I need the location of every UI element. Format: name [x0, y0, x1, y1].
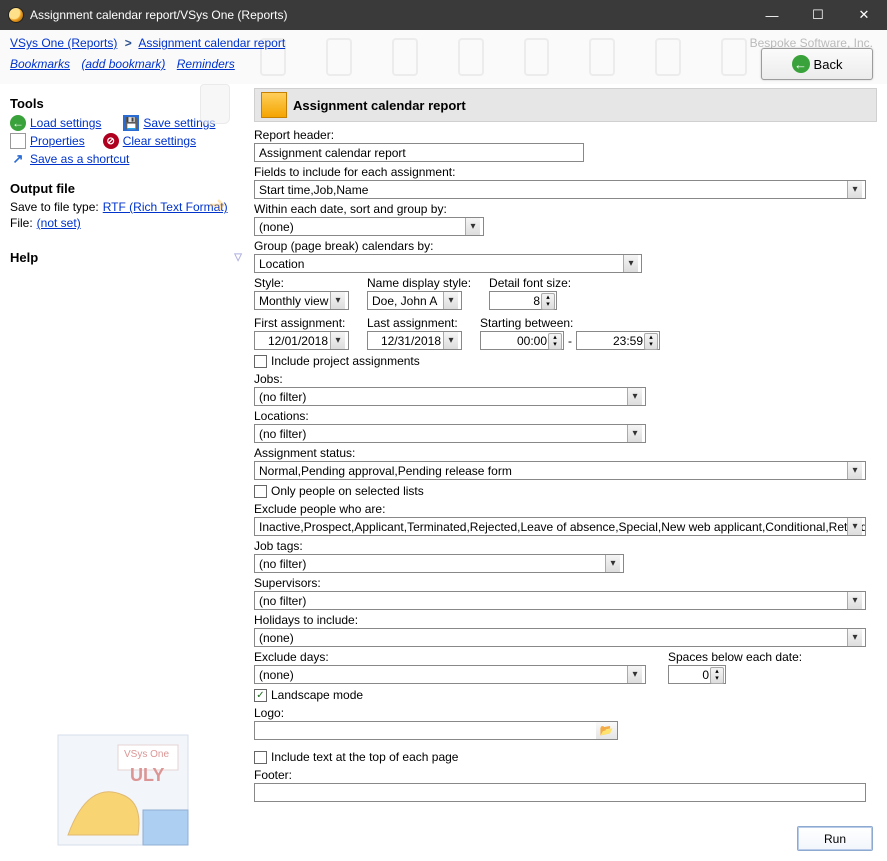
status-label: Assignment status: — [254, 446, 877, 460]
content-header-title: Assignment calendar report — [293, 98, 466, 113]
font-size-spinner[interactable]: 8 — [489, 291, 557, 310]
first-assignment-date[interactable]: 12/01/2018 — [254, 331, 349, 350]
last-assignment-label: Last assignment: — [367, 316, 462, 330]
spaces-spinner[interactable]: 0 — [668, 665, 726, 684]
exclude-days-select[interactable]: (none) — [254, 665, 646, 684]
breadcrumb-current[interactable]: Assignment calendar report — [138, 36, 285, 50]
svg-text:ULY: ULY — [130, 765, 164, 785]
run-button-label: Run — [824, 832, 846, 846]
include-text-top-checkbox[interactable] — [254, 751, 267, 764]
starting-between-label: Starting between: — [480, 316, 660, 330]
locations-label: Locations: — [254, 409, 877, 423]
only-lists-label: Only people on selected lists — [271, 484, 424, 498]
fields-select[interactable]: Start time,Job,Name — [254, 180, 866, 199]
sort-label: Within each date, sort and group by: — [254, 202, 877, 216]
save-type-label: Save to file type: — [10, 200, 99, 214]
clear-settings-icon: ⊘ — [103, 133, 119, 149]
landscape-checkbox[interactable]: ✓ — [254, 689, 267, 702]
load-settings-icon: ← — [10, 115, 26, 131]
breadcrumb-separator: > — [125, 36, 132, 50]
report-header-label: Report header: — [254, 128, 877, 142]
spaces-label: Spaces below each date: — [668, 650, 802, 664]
job-tags-label: Job tags: — [254, 539, 877, 553]
calendar-report-icon — [261, 92, 287, 118]
top-strip: VSys One (Reports) > Assignment calendar… — [0, 30, 887, 84]
last-assignment-date[interactable]: 12/31/2018 — [367, 331, 462, 350]
logo-label: Logo: — [254, 706, 877, 720]
back-button[interactable]: ← Back — [761, 48, 873, 80]
first-assignment-label: First assignment: — [254, 316, 349, 330]
only-lists-checkbox[interactable] — [254, 485, 267, 498]
holidays-select[interactable]: (none) — [254, 628, 866, 647]
sidebar-illustration: VSys One ULY — [48, 725, 198, 855]
save-settings-icon: 💾 — [123, 115, 139, 131]
content-area: Assignment calendar report Report header… — [248, 84, 887, 861]
between-from-spinner[interactable]: 00:00 — [480, 331, 564, 350]
properties-icon — [10, 133, 26, 149]
svg-text:VSys One: VSys One — [124, 749, 169, 760]
tab-bookmarks[interactable]: Bookmarks — [10, 57, 70, 71]
content-header: Assignment calendar report — [254, 88, 877, 122]
include-project-label: Include project assignments — [271, 354, 420, 368]
footer-input[interactable] — [254, 783, 866, 802]
jobs-select[interactable]: (no filter) — [254, 387, 646, 406]
logo-input[interactable] — [254, 721, 596, 740]
jobs-label: Jobs: — [254, 372, 877, 386]
minimize-button[interactable]: — — [749, 0, 795, 30]
include-text-top-label: Include text at the top of each page — [271, 750, 458, 764]
app-icon — [8, 7, 24, 23]
locations-select[interactable]: (no filter) — [254, 424, 646, 443]
exclude-people-select[interactable]: Inactive,Prospect,Applicant,Terminated,R… — [254, 517, 866, 536]
exclude-days-label: Exclude days: — [254, 650, 646, 664]
window-title: Assignment calendar report/VSys One (Rep… — [30, 8, 749, 22]
help-expand-icon: ▽ — [234, 252, 242, 263]
landscape-label: Landscape mode — [271, 688, 363, 702]
report-header-input[interactable] — [254, 143, 584, 162]
status-select[interactable]: Normal,Pending approval,Pending release … — [254, 461, 866, 480]
job-tags-select[interactable]: (no filter) — [254, 554, 624, 573]
between-to-spinner[interactable]: 23:59 — [576, 331, 660, 350]
breadcrumb: VSys One (Reports) > Assignment calendar… — [10, 36, 285, 50]
exclude-people-label: Exclude people who are: — [254, 502, 877, 516]
back-arrow-icon: ← — [792, 55, 810, 73]
supervisors-select[interactable]: (no filter) — [254, 591, 866, 610]
help-section-title[interactable]: Help ▽ — [10, 250, 242, 265]
maximize-button[interactable]: ☐ — [795, 0, 841, 30]
folder-icon: 📂 — [600, 724, 614, 737]
name-style-select[interactable]: Doe, John A — [367, 291, 462, 310]
watermark-icons — [260, 30, 747, 84]
style-select[interactable]: Monthly view — [254, 291, 349, 310]
breadcrumb-root[interactable]: VSys One (Reports) — [10, 36, 117, 50]
top-tabs: Bookmarks (add bookmark) Reminders — [10, 54, 243, 71]
save-shortcut-link[interactable]: Save as a shortcut — [30, 152, 129, 166]
properties-link[interactable]: Properties — [30, 134, 85, 148]
sidebar: Tools ← Load settings 💾 Save settings Pr… — [0, 84, 248, 861]
logo-browse-button[interactable]: 📂 — [596, 721, 618, 740]
close-button[interactable]: ✕ — [841, 0, 887, 30]
supervisors-label: Supervisors: — [254, 576, 877, 590]
tab-reminders[interactable]: Reminders — [177, 57, 235, 71]
file-label: File: — [10, 216, 33, 230]
holidays-label: Holidays to include: — [254, 613, 877, 627]
font-size-label: Detail font size: — [489, 276, 571, 290]
include-project-checkbox[interactable] — [254, 355, 267, 368]
sort-select[interactable]: (none) — [254, 217, 484, 236]
fields-label: Fields to include for each assignment: — [254, 165, 877, 179]
clear-settings-link[interactable]: Clear settings — [123, 134, 196, 148]
file-value[interactable]: (not set) — [37, 216, 81, 230]
group-select[interactable]: Location — [254, 254, 642, 273]
back-button-label: Back — [814, 57, 843, 72]
clipboard-watermark-icon — [200, 84, 230, 124]
style-label: Style: — [254, 276, 349, 290]
run-button[interactable]: Run — [797, 826, 873, 851]
shortcut-icon: ↗ — [10, 151, 26, 167]
between-dash: - — [568, 334, 572, 348]
footer-label: Footer: — [254, 768, 877, 782]
tab-add-bookmark[interactable]: (add bookmark) — [81, 57, 165, 71]
load-settings-link[interactable]: Load settings — [30, 116, 101, 130]
name-style-label: Name display style: — [367, 276, 471, 290]
group-label: Group (page break) calendars by: — [254, 239, 877, 253]
title-bar: Assignment calendar report/VSys One (Rep… — [0, 0, 887, 30]
output-watermark-icon: ➜ — [200, 192, 234, 220]
